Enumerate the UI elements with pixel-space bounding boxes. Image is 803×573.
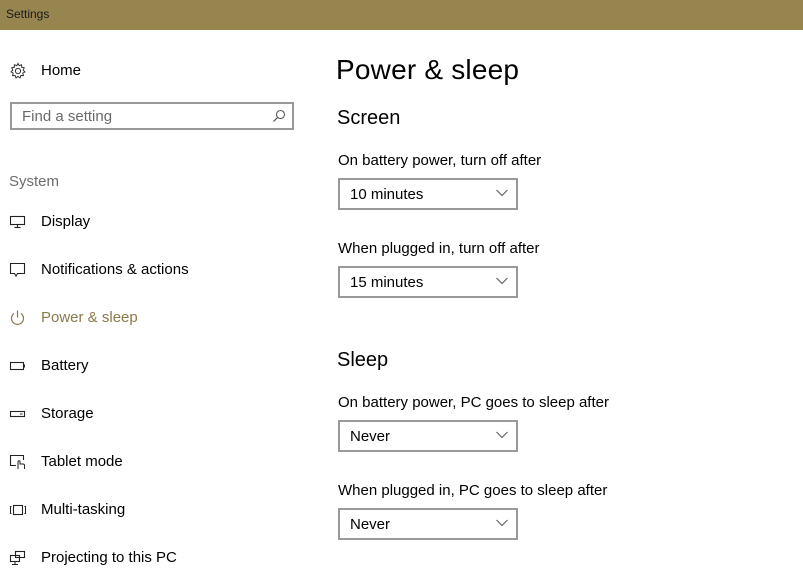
chevron-down-icon	[496, 431, 508, 439]
chevron-down-icon	[496, 519, 508, 527]
sidebar-item-label: Storage	[41, 405, 94, 422]
display-icon	[9, 215, 26, 229]
sidebar-item-label: Projecting to this PC	[41, 549, 177, 566]
tablet-mode-icon	[9, 454, 25, 469]
sidebar-item-label: Multi-tasking	[41, 501, 126, 518]
page-title: Power & sleep	[336, 54, 520, 85]
storage-icon	[9, 410, 26, 418]
gear-icon	[10, 62, 26, 79]
sidebar-item-battery[interactable]: Battery	[0, 351, 300, 381]
sidebar-item-notifications[interactable]: Notifications & actions	[0, 255, 300, 285]
screen-plugged-dropdown[interactable]: 15 minutes	[338, 266, 518, 298]
dropdown-value: Never	[350, 516, 391, 533]
sidebar-item-label: Tablet mode	[41, 453, 123, 470]
sidebar-item-storage[interactable]: Storage	[0, 399, 300, 429]
projecting-icon	[9, 550, 26, 565]
dropdown-value: 10 minutes	[350, 186, 424, 203]
field-label: On battery power, turn off after	[338, 152, 542, 169]
title-bar: Settings	[0, 0, 803, 30]
chevron-down-icon	[496, 277, 508, 285]
sidebar-item-projecting[interactable]: Projecting to this PC	[0, 543, 300, 573]
window-title: Settings	[6, 7, 50, 21]
power-icon	[10, 310, 25, 325]
field-label: When plugged in, turn off after	[338, 240, 540, 257]
sidebar-item-multitasking[interactable]: Multi-tasking	[0, 495, 300, 525]
system-group-label: System	[9, 173, 60, 190]
search-box[interactable]	[10, 102, 294, 130]
sidebar-item-display[interactable]: Display	[0, 207, 300, 237]
sidebar-item-tablet-mode[interactable]: Tablet mode	[0, 447, 300, 477]
sidebar-item-power-sleep[interactable]: Power & sleep	[0, 303, 300, 333]
screen-battery-dropdown[interactable]: 10 minutes	[338, 178, 518, 210]
notifications-icon	[9, 262, 26, 278]
field-label: When plugged in, PC goes to sleep after	[338, 482, 608, 499]
section-title-screen: Screen	[337, 107, 401, 129]
battery-icon	[9, 361, 25, 371]
sidebar-item-label: Notifications & actions	[41, 261, 189, 278]
sleep-battery-dropdown[interactable]: Never	[338, 420, 518, 452]
sidebar-item-label: Display	[41, 213, 91, 230]
search-input[interactable]	[12, 104, 272, 128]
sleep-plugged-dropdown[interactable]: Never	[338, 508, 518, 540]
search-icon[interactable]	[272, 109, 286, 123]
dropdown-value: Never	[350, 428, 391, 445]
sidebar-item-label: Battery	[41, 357, 89, 374]
sidebar-item-label: Power & sleep	[41, 309, 138, 326]
section-title-sleep: Sleep	[337, 349, 389, 371]
field-label: On battery power, PC goes to sleep after	[338, 394, 609, 411]
chevron-down-icon	[496, 189, 508, 197]
dropdown-value: 15 minutes	[350, 274, 424, 291]
multitasking-icon	[10, 504, 26, 516]
home-label: Home	[41, 62, 82, 79]
